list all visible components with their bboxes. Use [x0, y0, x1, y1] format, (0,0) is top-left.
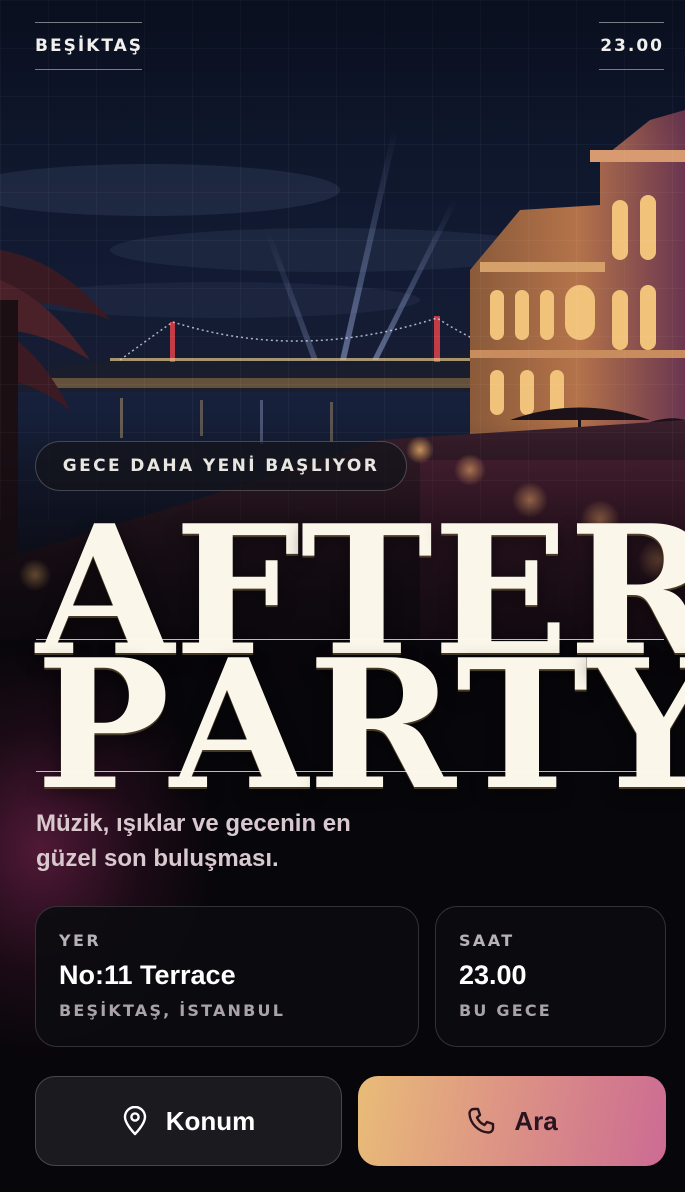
district-tag: BEŞİKTAŞ: [35, 22, 142, 70]
subtitle-line: Müzik, ışıklar ve gecenin en: [36, 810, 351, 837]
title-rule-bottom: [36, 771, 664, 772]
title-letter: P: [36, 620, 170, 829]
time-note: BU GECE: [459, 1001, 552, 1020]
time-value: 23.00: [459, 960, 527, 990]
venue-name: No:11 Terrace: [59, 960, 236, 990]
call-button[interactable]: Ara: [358, 1076, 666, 1166]
event-subtitle: Müzik, ışıklar ve gecenin en güzel son b…: [36, 806, 416, 876]
venue-label: YER: [59, 931, 102, 950]
time-label: SAAT: [459, 931, 515, 950]
title-letter: A: [169, 620, 308, 829]
map-pin-icon: [122, 1106, 148, 1136]
location-button-label: Konum: [165, 1105, 256, 1136]
event-poster-page: BEŞİKTAŞ 23.00 GECE DAHA YENİ BAŞLIYOR A…: [0, 0, 685, 1192]
tagline-pill: GECE DAHA YENİ BAŞLIYOR: [35, 441, 407, 491]
call-button-label: Ara: [514, 1105, 558, 1136]
title-letter: R: [307, 620, 456, 829]
title-letter: T: [455, 620, 589, 829]
venue-card: YER No:11 Terrace BEŞİKTAŞ, İSTANBUL: [35, 906, 419, 1047]
subtitle-line: güzel son buluşması.: [36, 845, 279, 872]
location-button[interactable]: Konum: [35, 1076, 342, 1166]
title-line-party: P A R T Y: [36, 620, 685, 829]
venue-location: BEŞİKTAŞ, İSTANBUL: [59, 1001, 286, 1020]
time-card: SAAT 23.00 BU GECE: [435, 906, 666, 1047]
time-tag: 23.00: [599, 22, 664, 70]
phone-icon: [466, 1106, 496, 1136]
title-letter: Y: [588, 620, 685, 829]
